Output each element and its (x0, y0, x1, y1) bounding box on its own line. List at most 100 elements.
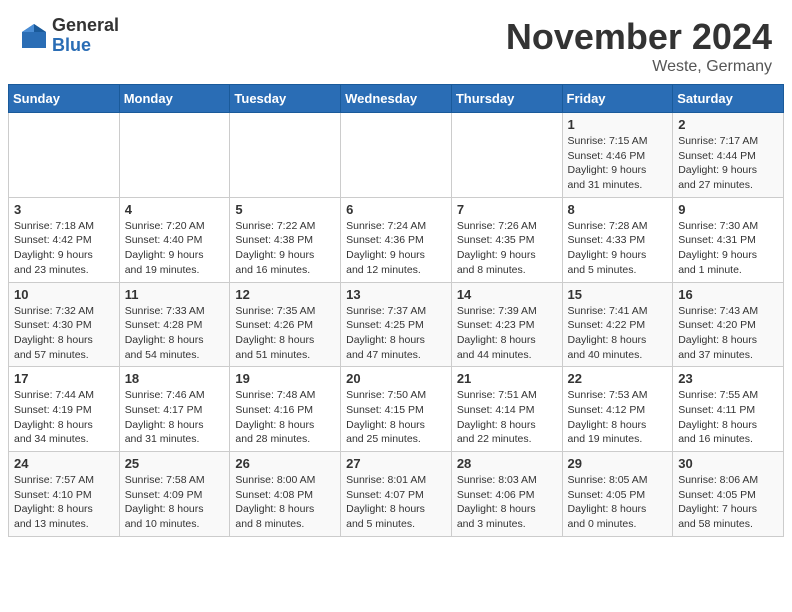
day-info: Sunrise: 7:26 AM Sunset: 4:35 PM Dayligh… (457, 219, 557, 278)
day-info: Sunrise: 7:28 AM Sunset: 4:33 PM Dayligh… (568, 219, 668, 278)
day-info: Sunrise: 7:44 AM Sunset: 4:19 PM Dayligh… (14, 388, 114, 447)
location: Weste, Germany (506, 58, 772, 76)
header-day-sunday: Sunday (9, 85, 120, 113)
day-number: 25 (125, 456, 225, 471)
title-block: November 2024 Weste, Germany (506, 16, 772, 76)
calendar-cell: 23Sunrise: 7:55 AM Sunset: 4:11 PM Dayli… (673, 367, 784, 452)
calendar-cell: 14 Sunrise: 7:39 AM Sunset: 4:23 PM Dayli… (451, 282, 562, 367)
day-info: Sunrise: 7:33 AM Sunset: 4:28 PM Dayligh… (125, 304, 225, 363)
calendar-cell (230, 113, 341, 198)
calendar-cell: 18 Sunrise: 7:46 AM Sunset: 4:17 PM Dayli… (119, 367, 230, 452)
calendar-cell: 17 Sunrise: 7:44 AM Sunset: 4:19 PM Dayli… (9, 367, 120, 452)
day-number: 12 (235, 287, 335, 302)
day-info: Sunrise: 7:20 AM Sunset: 4:40 PM Dayligh… (125, 219, 225, 278)
calendar-header: SundayMondayTuesdayWednesdayThursdayFrid… (9, 85, 784, 113)
calendar-cell: 9Sunrise: 7:30 AM Sunset: 4:31 PM Daylig… (673, 197, 784, 282)
day-number: 18 (125, 371, 225, 386)
header-day-friday: Friday (562, 85, 673, 113)
day-info: Sunrise: 7:41 AM Sunset: 4:22 PM Dayligh… (568, 304, 668, 363)
calendar-cell: 19 Sunrise: 7:48 AM Sunset: 4:16 PM Dayli… (230, 367, 341, 452)
calendar-cell: 21Sunrise: 7:51 AM Sunset: 4:14 PM Dayli… (451, 367, 562, 452)
calendar-cell: 24 Sunrise: 7:57 AM Sunset: 4:10 PM Dayli… (9, 452, 120, 537)
calendar-cell: 13 Sunrise: 7:37 AM Sunset: 4:25 PM Dayli… (341, 282, 452, 367)
week-row-5: 24 Sunrise: 7:57 AM Sunset: 4:10 PM Dayli… (9, 452, 784, 537)
day-number: 13 (346, 287, 446, 302)
calendar-cell: 5Sunrise: 7:22 AM Sunset: 4:38 PM Daylig… (230, 197, 341, 282)
calendar-cell: 15 Sunrise: 7:41 AM Sunset: 4:22 PM Dayli… (562, 282, 673, 367)
calendar-body: 1Sunrise: 7:15 AM Sunset: 4:46 PM Daylig… (9, 113, 784, 537)
day-number: 26 (235, 456, 335, 471)
calendar-cell: 25 Sunrise: 7:58 AM Sunset: 4:09 PM Dayli… (119, 452, 230, 537)
day-info: Sunrise: 7:37 AM Sunset: 4:25 PM Dayligh… (346, 304, 446, 363)
day-number: 11 (125, 287, 225, 302)
day-number: 21 (457, 371, 557, 386)
day-info: Sunrise: 7:53 AM Sunset: 4:12 PM Dayligh… (568, 388, 668, 447)
header-day-wednesday: Wednesday (341, 85, 452, 113)
week-row-1: 1Sunrise: 7:15 AM Sunset: 4:46 PM Daylig… (9, 113, 784, 198)
day-number: 2 (678, 117, 778, 132)
month-title: November 2024 (506, 16, 772, 58)
day-number: 6 (346, 202, 446, 217)
header-row: SundayMondayTuesdayWednesdayThursdayFrid… (9, 85, 784, 113)
day-info: Sunrise: 7:35 AM Sunset: 4:26 PM Dayligh… (235, 304, 335, 363)
day-number: 28 (457, 456, 557, 471)
calendar-cell: 4 Sunrise: 7:20 AM Sunset: 4:40 PM Daylig… (119, 197, 230, 282)
day-number: 27 (346, 456, 446, 471)
calendar-cell: 6 Sunrise: 7:24 AM Sunset: 4:36 PM Daylig… (341, 197, 452, 282)
calendar-cell: 7 Sunrise: 7:26 AM Sunset: 4:35 PM Daylig… (451, 197, 562, 282)
week-row-2: 3Sunrise: 7:18 AM Sunset: 4:42 PM Daylig… (9, 197, 784, 282)
calendar-cell: 11 Sunrise: 7:33 AM Sunset: 4:28 PM Dayli… (119, 282, 230, 367)
day-number: 4 (125, 202, 225, 217)
day-number: 15 (568, 287, 668, 302)
header-day-tuesday: Tuesday (230, 85, 341, 113)
day-info: Sunrise: 8:01 AM Sunset: 4:07 PM Dayligh… (346, 473, 446, 532)
day-info: Sunrise: 7:55 AM Sunset: 4:11 PM Dayligh… (678, 388, 778, 447)
day-info: Sunrise: 7:39 AM Sunset: 4:23 PM Dayligh… (457, 304, 557, 363)
day-number: 1 (568, 117, 668, 132)
day-number: 22 (568, 371, 668, 386)
day-info: Sunrise: 8:00 AM Sunset: 4:08 PM Dayligh… (235, 473, 335, 532)
calendar-cell: 2 Sunrise: 7:17 AM Sunset: 4:44 PM Daylig… (673, 113, 784, 198)
calendar-cell: 8 Sunrise: 7:28 AM Sunset: 4:33 PM Daylig… (562, 197, 673, 282)
header-day-thursday: Thursday (451, 85, 562, 113)
calendar-cell (119, 113, 230, 198)
day-number: 10 (14, 287, 114, 302)
day-info: Sunrise: 8:05 AM Sunset: 4:05 PM Dayligh… (568, 473, 668, 532)
calendar-table: SundayMondayTuesdayWednesdayThursdayFrid… (8, 84, 784, 537)
day-info: Sunrise: 7:24 AM Sunset: 4:36 PM Dayligh… (346, 219, 446, 278)
day-number: 19 (235, 371, 335, 386)
week-row-3: 10 Sunrise: 7:32 AM Sunset: 4:30 PM Dayli… (9, 282, 784, 367)
calendar-cell: 1Sunrise: 7:15 AM Sunset: 4:46 PM Daylig… (562, 113, 673, 198)
logo-text: General Blue (52, 16, 119, 56)
calendar-cell: 16Sunrise: 7:43 AM Sunset: 4:20 PM Dayli… (673, 282, 784, 367)
day-info: Sunrise: 8:06 AM Sunset: 4:05 PM Dayligh… (678, 473, 778, 532)
day-info: Sunrise: 7:48 AM Sunset: 4:16 PM Dayligh… (235, 388, 335, 447)
day-number: 24 (14, 456, 114, 471)
calendar-cell: 3Sunrise: 7:18 AM Sunset: 4:42 PM Daylig… (9, 197, 120, 282)
day-number: 14 (457, 287, 557, 302)
day-number: 7 (457, 202, 557, 217)
day-info: Sunrise: 7:50 AM Sunset: 4:15 PM Dayligh… (346, 388, 446, 447)
day-number: 16 (678, 287, 778, 302)
calendar-cell: 30Sunrise: 8:06 AM Sunset: 4:05 PM Dayli… (673, 452, 784, 537)
day-number: 17 (14, 371, 114, 386)
day-info: Sunrise: 7:57 AM Sunset: 4:10 PM Dayligh… (14, 473, 114, 532)
day-number: 20 (346, 371, 446, 386)
day-info: Sunrise: 7:32 AM Sunset: 4:30 PM Dayligh… (14, 304, 114, 363)
calendar-cell: 12 Sunrise: 7:35 AM Sunset: 4:26 PM Dayli… (230, 282, 341, 367)
logo: General Blue (20, 16, 119, 56)
day-info: Sunrise: 8:03 AM Sunset: 4:06 PM Dayligh… (457, 473, 557, 532)
day-info: Sunrise: 7:46 AM Sunset: 4:17 PM Dayligh… (125, 388, 225, 447)
week-row-4: 17 Sunrise: 7:44 AM Sunset: 4:19 PM Dayli… (9, 367, 784, 452)
header-day-monday: Monday (119, 85, 230, 113)
calendar-cell (9, 113, 120, 198)
day-number: 5 (235, 202, 335, 217)
calendar-cell: 20 Sunrise: 7:50 AM Sunset: 4:15 PM Dayli… (341, 367, 452, 452)
day-number: 8 (568, 202, 668, 217)
day-info: Sunrise: 7:58 AM Sunset: 4:09 PM Dayligh… (125, 473, 225, 532)
day-info: Sunrise: 7:17 AM Sunset: 4:44 PM Dayligh… (678, 134, 778, 193)
day-number: 29 (568, 456, 668, 471)
page-header: General Blue November 2024 Weste, German… (0, 0, 792, 84)
day-info: Sunrise: 7:18 AM Sunset: 4:42 PM Dayligh… (14, 219, 114, 278)
calendar-cell: 22 Sunrise: 7:53 AM Sunset: 4:12 PM Dayli… (562, 367, 673, 452)
